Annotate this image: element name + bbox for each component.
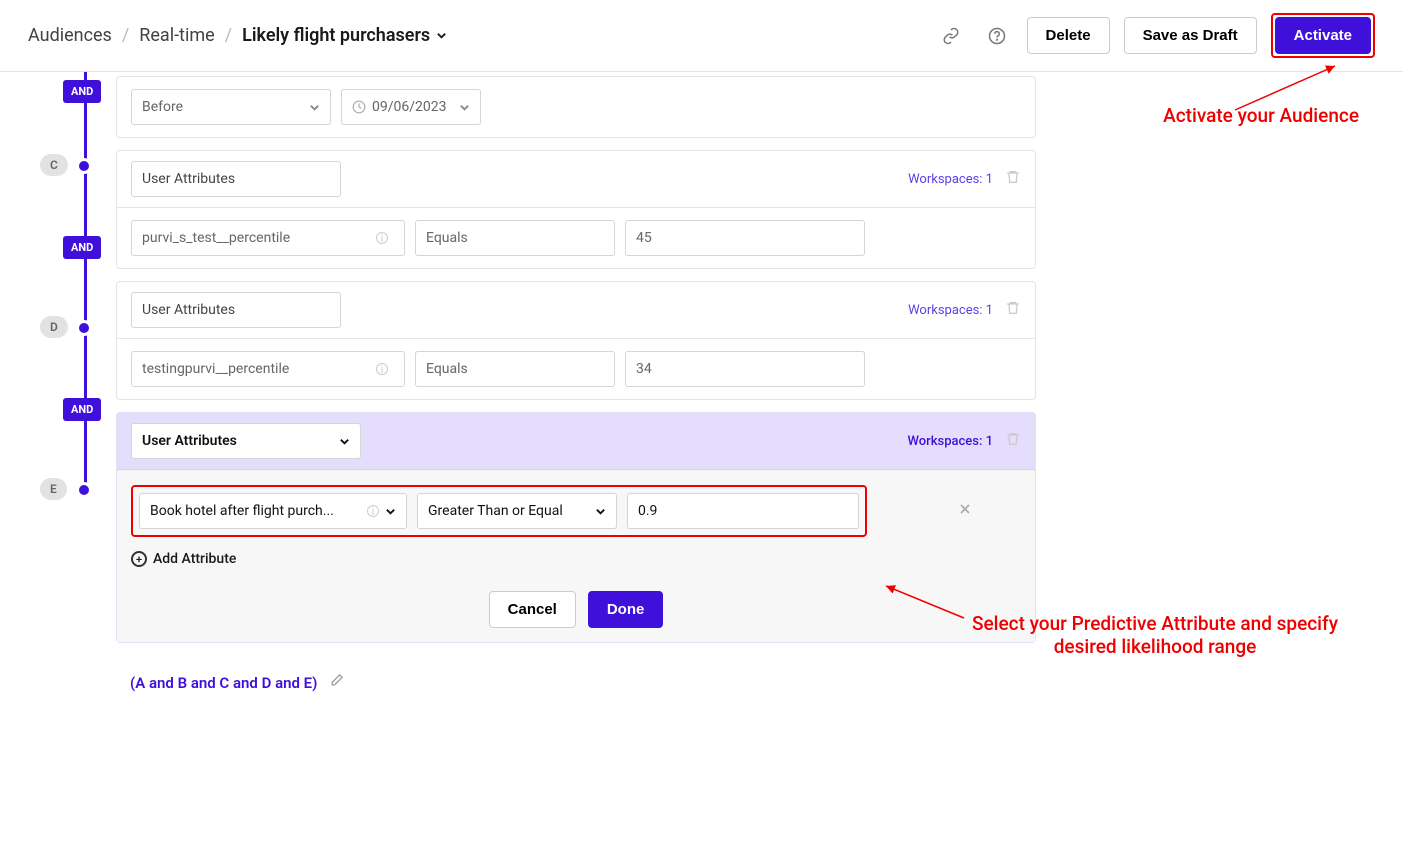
predictive-attribute-highlight: Book hotel after flight purch... i Great… <box>131 485 867 537</box>
expression-summary: (A and B and C and D and E) <box>116 655 1036 710</box>
chevron-down-icon <box>459 102 470 113</box>
trash-icon[interactable] <box>1005 431 1021 451</box>
plus-icon: + <box>131 551 147 567</box>
rule-card-d: User Attributes Workspaces: 1 testingpur… <box>116 281 1036 400</box>
value-text: 0.9 <box>638 503 657 519</box>
date-picker[interactable]: 09/06/2023 <box>341 89 481 125</box>
value-text: 34 <box>636 361 652 377</box>
add-attribute-button[interactable]: + Add Attribute <box>131 551 1021 567</box>
info-icon: i <box>367 505 379 517</box>
value-text: 45 <box>636 230 652 246</box>
chevron-down-icon <box>436 30 447 41</box>
operator-select[interactable]: Greater Than or Equal <box>417 493 617 529</box>
crumb-audience-name[interactable]: Likely flight purchasers <box>242 25 447 46</box>
rule-label-d: D <box>40 316 68 338</box>
save-draft-button[interactable]: Save as Draft <box>1124 17 1257 54</box>
activate-highlight: Activate <box>1271 13 1375 58</box>
help-icon[interactable] <box>981 20 1013 52</box>
chevron-down-icon <box>385 506 396 517</box>
operator-label: Equals <box>426 361 468 377</box>
edit-expression-button[interactable] <box>329 673 344 692</box>
rule-card-c: User Attributes Workspaces: 1 purvi_s_te… <box>116 150 1036 269</box>
rule-kind-label: User Attributes <box>142 171 235 187</box>
breadcrumb: Audiences / Real-time / Likely flight pu… <box>28 25 447 46</box>
page-header: Audiences / Real-time / Likely flight pu… <box>0 0 1403 72</box>
date-value: 09/06/2023 <box>372 99 447 115</box>
operator-label: Greater Than or Equal <box>428 503 563 519</box>
chevron-down-icon <box>595 506 606 517</box>
attribute-name: Book hotel after flight purch... <box>150 503 334 519</box>
add-attribute-label: Add Attribute <box>153 551 236 567</box>
tree-dot-icon <box>76 482 92 498</box>
audience-title: Likely flight purchasers <box>242 25 430 46</box>
rule-kind-label: User Attributes <box>142 433 237 449</box>
cancel-button[interactable]: Cancel <box>489 591 576 628</box>
trash-icon[interactable] <box>1005 169 1021 189</box>
delete-button[interactable]: Delete <box>1027 17 1110 54</box>
chevron-down-icon <box>309 102 320 113</box>
rule-tree: AND C AND D AND E <box>16 72 116 710</box>
value-input[interactable]: 45 <box>625 220 865 256</box>
info-icon: i <box>376 232 388 244</box>
value-input[interactable]: 34 <box>625 351 865 387</box>
tree-dot-icon <box>76 158 92 174</box>
rule-label-e: E <box>40 478 67 500</box>
rule-card-e-active: User Attributes Workspaces: 1 Book hotel… <box>116 412 1036 643</box>
attribute-name: purvi_s_test__percentile <box>142 230 290 246</box>
date-filter-card: Before 09/06/2023 <box>116 76 1036 138</box>
tree-dot-icon <box>76 320 92 336</box>
workspaces-link[interactable]: Workspaces: 1 <box>908 434 994 449</box>
info-icon: i <box>376 363 388 375</box>
operator-select[interactable]: Equals <box>415 351 615 387</box>
done-button[interactable]: Done <box>588 591 664 628</box>
date-op-select[interactable]: Before <box>131 89 331 125</box>
link-icon[interactable] <box>935 20 967 52</box>
crumb-realtime[interactable]: Real-time <box>139 25 214 46</box>
and-operator[interactable]: AND <box>63 236 101 259</box>
annotation-activate: Activate your Audience <box>1163 104 1359 127</box>
rule-kind-label: User Attributes <box>142 302 235 318</box>
rule-kind-select[interactable]: User Attributes <box>131 161 341 197</box>
activate-button[interactable]: Activate <box>1275 17 1371 54</box>
workspaces-link[interactable]: Workspaces: 1 <box>908 172 993 187</box>
and-operator[interactable]: AND <box>63 80 101 103</box>
operator-select[interactable]: Equals <box>415 220 615 256</box>
expression-text: (A and B and C and D and E) <box>130 674 317 692</box>
chevron-down-icon <box>339 436 350 447</box>
content-area: AND C AND D AND E Before 09/06/2023 <box>0 72 1403 710</box>
rule-label-c: C <box>40 154 68 176</box>
workspaces-link[interactable]: Workspaces: 1 <box>908 303 993 318</box>
rule-kind-select[interactable]: User Attributes <box>131 423 361 459</box>
and-operator[interactable]: AND <box>63 398 101 421</box>
value-input[interactable]: 0.9 <box>627 493 859 529</box>
header-actions: Delete Save as Draft Activate <box>935 13 1375 58</box>
remove-row-button[interactable] <box>957 501 973 521</box>
slash-icon: / <box>225 25 232 46</box>
attribute-select[interactable]: Book hotel after flight purch... i <box>139 493 407 529</box>
clock-icon <box>352 100 366 114</box>
crumb-audiences[interactable]: Audiences <box>28 25 112 46</box>
attribute-select[interactable]: purvi_s_test__percentile i <box>131 220 405 256</box>
rule-kind-select[interactable]: User Attributes <box>131 292 341 328</box>
rule-cards: Before 09/06/2023 User Attributes Worksp… <box>116 72 1036 710</box>
attribute-select[interactable]: testingpurvi__percentile i <box>131 351 405 387</box>
operator-label: Equals <box>426 230 468 246</box>
date-op-label: Before <box>142 99 183 115</box>
trash-icon[interactable] <box>1005 300 1021 320</box>
slash-icon: / <box>122 25 129 46</box>
attribute-name: testingpurvi__percentile <box>142 361 289 377</box>
